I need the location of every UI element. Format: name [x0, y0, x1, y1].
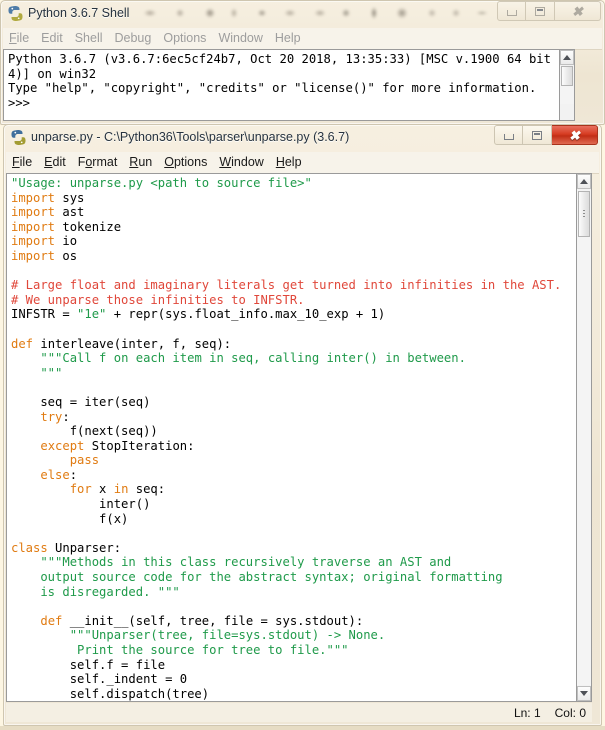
editor-minimize-button[interactable] [494, 125, 523, 145]
editor-caption-buttons[interactable]: ✖ [494, 125, 598, 145]
shell-console-text: Python 3.6.7 (v3.6.7:6ec5cf24b7, Oct 20 … [8, 52, 559, 110]
scroll-up-icon [580, 179, 588, 184]
shell-maximize-button[interactable] [526, 1, 555, 21]
shell-menu-shell[interactable]: Shell [69, 28, 109, 49]
scroll-up-icon [563, 55, 571, 60]
unparse-editor-window[interactable]: unparse.py - C:\Python36\Tools\parser\un… [3, 124, 602, 726]
editor-source-code: "Usage: unparse.py <path to source file>… [11, 176, 562, 701]
python-idle-icon [10, 129, 27, 146]
shell-window-title: Python 3.6.7 Shell [28, 6, 130, 20]
desktop-bottom-edge [0, 726, 605, 730]
shell-output-area[interactable]: Python 3.6.7 (v3.6.7:6ec5cf24b7, Oct 20 … [3, 49, 559, 121]
shell-menu-edit[interactable]: Edit [35, 28, 69, 49]
editor-status-bar: Ln: 1 Col: 0 [6, 703, 592, 722]
shell-vertical-scrollbar[interactable] [559, 49, 575, 121]
shell-menu-debug[interactable]: Debug [109, 28, 158, 49]
python-idle-icon [7, 5, 24, 22]
editor-window-title: unparse.py - C:\Python36\Tools\parser\un… [31, 130, 350, 144]
maximize-icon [523, 126, 551, 144]
shell-scroll-up-button[interactable] [560, 50, 574, 65]
desktop: Python 3.6.7 Shell ✖ File Edit Shell Deb… [0, 0, 605, 730]
editor-menu-window[interactable]: Window [213, 152, 269, 173]
editor-scrollbar-thumb[interactable] [578, 191, 590, 237]
status-line-indicator: Ln: 1 [513, 705, 541, 720]
python-shell-window[interactable]: Python 3.6.7 Shell ✖ File Edit Shell Deb… [0, 0, 605, 125]
scroll-down-icon [580, 691, 588, 696]
shell-menu-options[interactable]: Options [157, 28, 212, 49]
editor-close-button[interactable]: ✖ [552, 125, 598, 145]
editor-code-area[interactable]: "Usage: unparse.py <path to source file>… [6, 173, 576, 702]
editor-menu-run[interactable]: Run [123, 152, 158, 173]
editor-menu-edit[interactable]: Edit [38, 152, 72, 173]
editor-titlebar[interactable]: unparse.py - C:\Python36\Tools\parser\un… [3, 124, 602, 151]
close-icon: ✖ [569, 127, 580, 143]
minimize-icon [498, 2, 525, 20]
minimize-icon [495, 126, 522, 144]
shell-minimize-button[interactable] [497, 1, 526, 21]
shell-menubar[interactable]: File Edit Shell Debug Options Window Hel… [3, 28, 602, 50]
editor-scroll-up-button[interactable] [577, 174, 591, 189]
editor-vertical-scrollbar[interactable] [576, 173, 592, 702]
scrollbar-grip-icon [583, 210, 585, 218]
editor-menu-options[interactable]: Options [158, 152, 213, 173]
shell-menu-file[interactable]: File [3, 28, 35, 49]
shell-close-button[interactable]: ✖ [555, 1, 601, 21]
shell-menu-help[interactable]: Help [269, 28, 307, 49]
close-icon: ✖ [572, 3, 583, 19]
shell-caption-buttons[interactable]: ✖ [497, 1, 601, 21]
editor-menu-help[interactable]: Help [270, 152, 308, 173]
status-column-indicator: Col: 0 [554, 705, 586, 720]
editor-scroll-down-button[interactable] [577, 686, 591, 701]
shell-titlebar[interactable]: Python 3.6.7 Shell ✖ [0, 0, 605, 27]
maximize-icon [526, 2, 554, 20]
editor-maximize-button[interactable] [523, 125, 552, 145]
censored-titlebar-overlay [138, 2, 493, 24]
editor-menu-file[interactable]: File [6, 152, 38, 173]
shell-scrollbar-thumb[interactable] [561, 66, 573, 86]
editor-menubar[interactable]: File Edit Format Run Options Window Help [6, 152, 599, 174]
scrollbar-trough[interactable] [577, 190, 591, 685]
editor-menu-format[interactable]: Format [72, 152, 124, 173]
shell-menu-window[interactable]: Window [212, 28, 268, 49]
